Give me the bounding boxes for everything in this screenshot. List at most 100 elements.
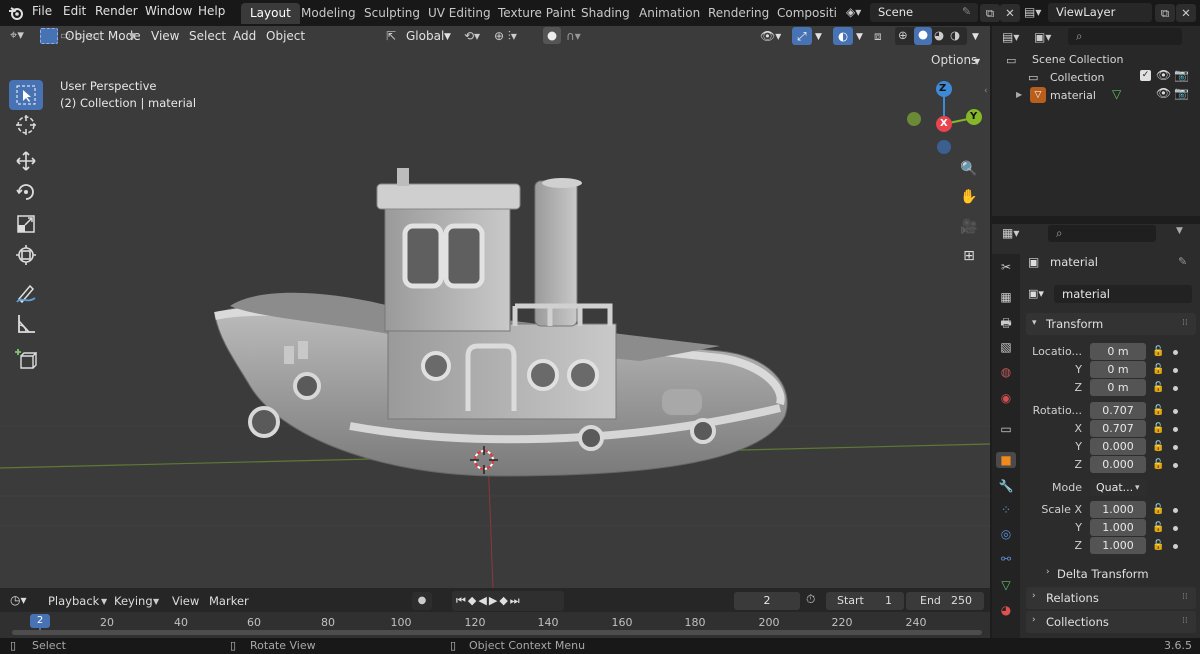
- lock-icon[interactable]: 🔓: [1152, 346, 1164, 358]
- tool-tab-icon[interactable]: ✂: [998, 259, 1014, 275]
- new-scene-icon[interactable]: ⧉: [980, 4, 1000, 22]
- play-icon[interactable]: ▶: [489, 594, 499, 607]
- pin-icon[interactable]: ✎: [1178, 255, 1187, 268]
- material-shading-icon[interactable]: ◕: [934, 28, 944, 42]
- jump-start-icon[interactable]: ⏮: [456, 594, 468, 607]
- menu-object[interactable]: Object: [266, 29, 305, 43]
- stopwatch-icon[interactable]: ⏱: [806, 592, 815, 607]
- lock-icon[interactable]: 🔓: [1152, 459, 1164, 471]
- lock-icon[interactable]: 🔓: [1152, 504, 1164, 516]
- xray-icon[interactable]: ⧈: [874, 29, 882, 44]
- drag-handle-icon[interactable]: ⁞⁞: [1182, 616, 1188, 626]
- zoom-icon[interactable]: 🔍: [957, 157, 981, 181]
- marker-menu[interactable]: Marker: [209, 594, 249, 608]
- orientation-dropdown[interactable]: Global: [406, 29, 444, 43]
- overlays-toggle-icon[interactable]: ◐: [833, 27, 853, 45]
- measure-tool[interactable]: [9, 309, 43, 339]
- menu-render[interactable]: Render: [95, 4, 138, 18]
- lock-icon[interactable]: 🔓: [1152, 382, 1164, 394]
- scale-x-field[interactable]: 1.000: [1090, 501, 1146, 518]
- transform-section-header[interactable]: Transform: [1026, 313, 1196, 335]
- outliner-editor-icon[interactable]: ▤▾: [1002, 30, 1019, 44]
- location-z-field[interactable]: 0 m: [1090, 379, 1146, 396]
- lock-icon[interactable]: 🔓: [1152, 540, 1164, 552]
- keyframe-dot[interactable]: [1173, 463, 1178, 468]
- wireframe-shading-icon[interactable]: ⊕: [898, 28, 908, 42]
- select-box-icon[interactable]: [40, 28, 58, 44]
- outliner-search-input[interactable]: ⌕: [1068, 28, 1182, 45]
- camera-view-icon[interactable]: 🎥: [957, 215, 981, 239]
- exclude-checkbox[interactable]: ✓: [1140, 70, 1151, 81]
- rotation-x-field[interactable]: 0.707: [1090, 420, 1146, 437]
- pan-hand-icon[interactable]: ✋: [957, 185, 981, 209]
- relations-section-header[interactable]: Relations: [1026, 587, 1196, 609]
- render-tab-icon[interactable]: ▦: [998, 289, 1014, 305]
- jump-end-icon[interactable]: ⏭: [510, 594, 522, 607]
- current-frame-field[interactable]: 2: [734, 592, 800, 610]
- keyframe-dot[interactable]: [1173, 526, 1178, 531]
- display-mode-icon[interactable]: ▣▾: [1034, 30, 1051, 44]
- scale-y-field[interactable]: 1.000: [1090, 519, 1146, 536]
- pin-icon[interactable]: ✎: [962, 5, 971, 18]
- lock-icon[interactable]: 🔓: [1152, 423, 1164, 435]
- cursor-tool[interactable]: [9, 110, 43, 140]
- next-keyframe-icon[interactable]: ◆: [499, 594, 509, 607]
- tab-modeling[interactable]: Modeling: [292, 3, 365, 24]
- properties-search-input[interactable]: ⌕: [1048, 225, 1156, 242]
- 3d-viewport[interactable]: ⌖▾ ▭ ▭ ▭ Object Mode ▼ View Select Add O…: [0, 26, 990, 588]
- mesh-data-icon[interactable]: ▽: [1112, 87, 1121, 101]
- viewlayer-icon[interactable]: ▤▾: [1024, 5, 1041, 19]
- rendered-shading-icon[interactable]: ◑: [950, 28, 960, 42]
- output-tab-icon[interactable]: 🖶: [998, 315, 1014, 331]
- keying-menu[interactable]: Keying: [114, 594, 153, 608]
- keyframe-dot[interactable]: [1173, 386, 1178, 391]
- tab-sculpting[interactable]: Sculpting: [355, 3, 429, 24]
- scene-icon[interactable]: ◈▾: [846, 5, 868, 19]
- lock-icon[interactable]: 🔓: [1152, 522, 1164, 534]
- solid-shading-icon[interactable]: ●: [914, 27, 932, 45]
- constraints-tab-icon[interactable]: ⚯: [998, 551, 1014, 567]
- visibility-icon[interactable]: 👁▾: [760, 29, 781, 43]
- object-name-field[interactable]: material: [1054, 285, 1192, 303]
- render-camera-icon[interactable]: 📷: [1174, 68, 1189, 82]
- playback-menu[interactable]: Playback: [48, 594, 99, 608]
- options-dropdown[interactable]: Options: [931, 53, 977, 67]
- material-tab-icon[interactable]: ◕: [998, 602, 1014, 618]
- delta-transform-section[interactable]: Delta Transform: [1057, 567, 1149, 581]
- data-tab-icon[interactable]: ▽: [998, 577, 1014, 593]
- select-box-tool[interactable]: [9, 80, 43, 110]
- visibility-eye-icon[interactable]: 👁: [1156, 68, 1171, 82]
- keyframe-dot[interactable]: [1173, 508, 1178, 513]
- delete-viewlayer-icon[interactable]: ✕: [1176, 4, 1196, 22]
- menu-edit[interactable]: Edit: [63, 4, 86, 18]
- expand-arrow-icon[interactable]: ▶: [1016, 90, 1022, 99]
- tab-uv-editing[interactable]: UV Editing: [419, 3, 500, 24]
- rotation-z-field[interactable]: 0.000: [1090, 456, 1146, 473]
- timeline-view-menu[interactable]: View: [172, 594, 199, 608]
- rotation-y-field[interactable]: 0.000: [1090, 438, 1146, 455]
- keyframe-dot[interactable]: [1173, 427, 1178, 432]
- keyframe-dot[interactable]: [1173, 350, 1178, 355]
- move-tool[interactable]: [9, 146, 43, 176]
- tab-texture-paint[interactable]: Texture Paint: [489, 3, 584, 24]
- record-icon[interactable]: ●: [412, 592, 432, 610]
- scene-collection-label[interactable]: Scene Collection: [1032, 53, 1123, 66]
- collections-section-header[interactable]: Collections: [1026, 611, 1196, 633]
- tab-animation[interactable]: Animation: [630, 3, 709, 24]
- menu-select[interactable]: Select: [189, 29, 226, 43]
- scale-z-field[interactable]: 1.000: [1090, 537, 1146, 554]
- play-reverse-icon[interactable]: ◀: [478, 594, 488, 607]
- transform-tool[interactable]: [9, 240, 43, 270]
- gizmo-toggle-icon[interactable]: ⤢: [792, 27, 812, 45]
- menu-help[interactable]: Help: [198, 4, 225, 18]
- keyframe-dot[interactable]: [1173, 409, 1178, 414]
- annotate-tool[interactable]: [9, 278, 43, 308]
- lock-icon[interactable]: 🔓: [1152, 441, 1164, 453]
- keyframe-dot[interactable]: [1173, 445, 1178, 450]
- menu-view[interactable]: View: [151, 29, 179, 43]
- tab-rendering[interactable]: Rendering: [699, 3, 778, 24]
- lock-icon[interactable]: 🔓: [1152, 405, 1164, 417]
- sidebar-toggle-icon[interactable]: ‹: [984, 86, 988, 96]
- timeline-scrollbar[interactable]: [12, 630, 982, 635]
- delete-scene-icon[interactable]: ✕: [1000, 4, 1020, 22]
